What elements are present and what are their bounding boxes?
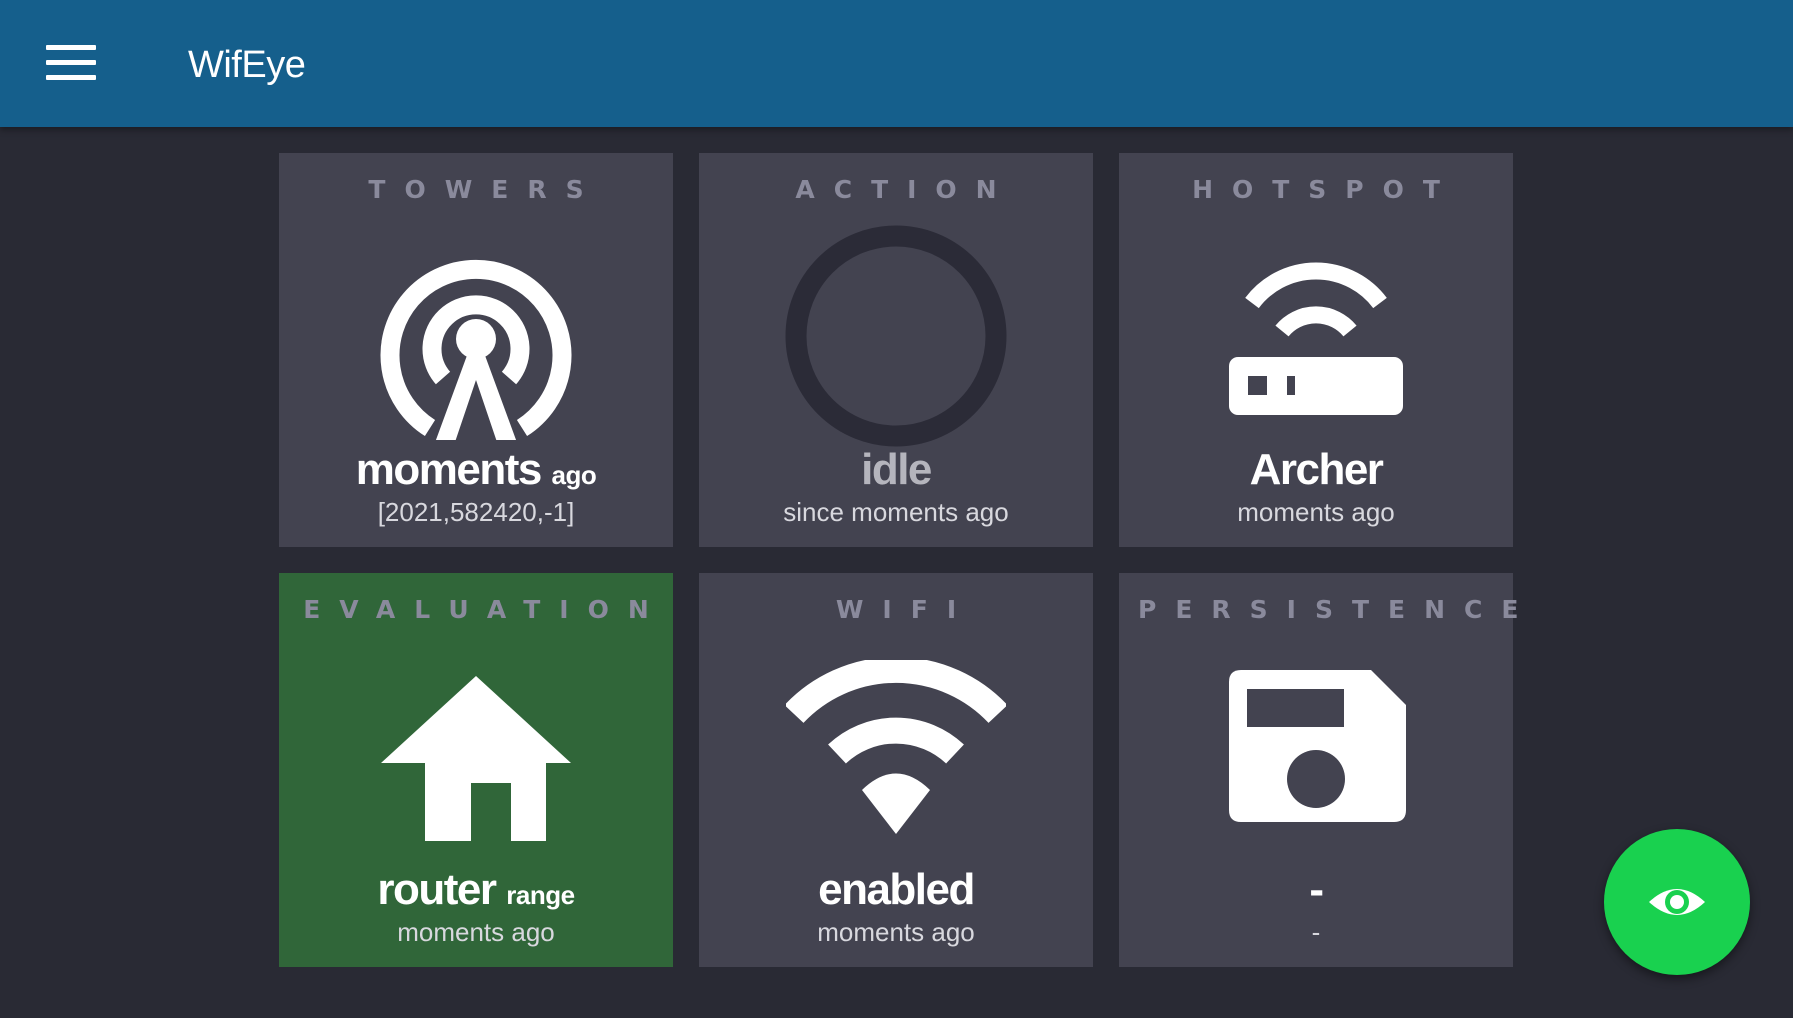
app-bar: WifEye xyxy=(0,0,1793,127)
tile-value: moments ago xyxy=(279,445,673,495)
tile-subtitle: moments ago xyxy=(817,917,975,947)
tile-hotspot[interactable]: HOTSPOT Archer moments ago xyxy=(1119,153,1513,547)
radio-tower-icon xyxy=(279,225,673,455)
tile-value-main: enabled xyxy=(818,865,975,914)
tile-value-suffix: range xyxy=(506,880,575,910)
router-icon xyxy=(1119,225,1513,455)
tile-value-main: Archer xyxy=(1249,445,1384,494)
app-title: WifEye xyxy=(188,44,306,86)
tile-value-suffix: ago xyxy=(551,460,597,490)
tile-wifi[interactable]: WIFI enabled moments ago xyxy=(699,573,1093,967)
tile-subtitle: moments ago xyxy=(397,917,555,947)
tile-value-main: - xyxy=(1309,865,1324,914)
tile-title: PERSISTENCE xyxy=(1138,595,1538,624)
tile-value-main: idle xyxy=(861,445,932,494)
tile-subtitle: - xyxy=(1311,917,1321,947)
hamburger-menu-icon[interactable] xyxy=(40,38,102,88)
tile-title: EVALUATION xyxy=(303,595,668,624)
tile-title: TOWERS xyxy=(368,175,603,204)
tile-title: HOTSPOT xyxy=(1192,175,1459,204)
tile-title: WIFI xyxy=(835,595,976,624)
tile-value-main: moments xyxy=(355,445,543,494)
home-icon xyxy=(279,645,673,875)
eye-fab-button[interactable] xyxy=(1604,829,1750,975)
floppy-disk-icon xyxy=(1119,645,1513,875)
tile-subtitle: [2021,582420,-1] xyxy=(377,497,575,527)
tile-persistence[interactable]: PERSISTENCE - - xyxy=(1119,573,1538,967)
eye-icon xyxy=(1649,889,1705,915)
tile-subtitle: since moments ago xyxy=(783,497,1009,527)
tile-title: ACTION xyxy=(795,175,1016,204)
tile-subtitle: moments ago xyxy=(1237,497,1395,527)
wifi-icon xyxy=(699,645,1093,875)
tile-value-main: router xyxy=(377,865,497,914)
tile-action[interactable]: ACTION idle since moments ago xyxy=(699,153,1093,547)
tile-value: router range xyxy=(279,865,673,915)
circle-ring-icon xyxy=(699,225,1093,455)
tile-towers[interactable]: TOWERS moments ago [2021,582420,-1] xyxy=(279,153,673,547)
tile-evaluation[interactable]: EVALUATION router range moments ago xyxy=(279,573,673,967)
